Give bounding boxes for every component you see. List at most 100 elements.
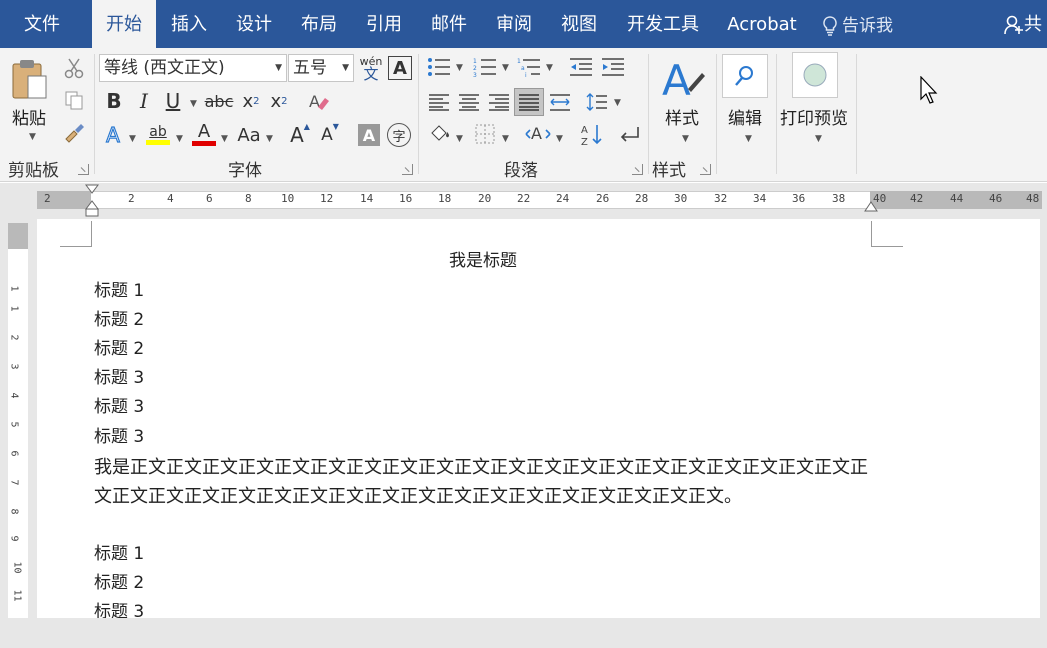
heading-line[interactable]: 标题 3 <box>94 598 144 619</box>
styles-gallery-icon[interactable]: A <box>660 54 706 104</box>
heading-line[interactable]: 标题 3 <box>94 364 144 393</box>
heading-line[interactable]: 标题 1 <box>94 540 144 569</box>
grow-font-icon[interactable]: A ▲ <box>288 122 312 148</box>
tab-file[interactable]: 文件 <box>6 0 78 48</box>
strikethrough-icon[interactable]: abc <box>205 88 234 114</box>
styles-launcher-icon[interactable] <box>700 164 711 175</box>
paste-dropdown-icon[interactable]: ▼ <box>29 132 36 142</box>
right-indent-marker-icon[interactable] <box>863 199 879 213</box>
character-shading-icon[interactable]: A <box>358 124 380 146</box>
heading-line[interactable]: 标题 1 <box>94 277 144 306</box>
tab-view[interactable]: 视图 <box>550 0 608 48</box>
enclose-characters-icon[interactable]: 字 <box>387 123 411 147</box>
cut-icon[interactable] <box>62 56 86 80</box>
styles-label[interactable]: 样式 <box>665 104 699 129</box>
tab-design[interactable]: 设计 <box>225 0 283 48</box>
tab-references[interactable]: 引用 <box>355 0 413 48</box>
superscript-icon[interactable]: x2 <box>268 88 290 114</box>
ribbon-tab-bar: 文件 开始 插入 设计 布局 引用 邮件 审阅 视图 开发工具 Acrobat … <box>0 0 1047 48</box>
distributed-icon[interactable] <box>547 90 573 114</box>
bullets-icon[interactable] <box>426 56 452 78</box>
clear-formatting-icon[interactable]: A <box>306 88 332 114</box>
tab-developer[interactable]: 开发工具 <box>618 0 708 48</box>
bold-icon[interactable]: B <box>104 88 124 114</box>
copy-icon[interactable] <box>62 88 86 112</box>
vruler-number: 4 <box>8 392 20 399</box>
heading-line[interactable]: 标题 3 <box>94 393 144 422</box>
change-case-icon[interactable]: Aa <box>234 122 264 148</box>
print-preview-label[interactable]: 打印预览 <box>780 104 848 129</box>
indent-marker-icon[interactable] <box>84 183 100 219</box>
document-page[interactable]: 我是标题 标题 1 标题 2 标题 2 标题 3 标题 3 标题 3 我是正文正… <box>37 219 1040 619</box>
print-preview-icon[interactable] <box>792 52 838 98</box>
ruler-number: 2 <box>44 192 51 205</box>
heading-line[interactable]: 标题 2 <box>94 569 144 598</box>
italic-icon[interactable]: I <box>134 88 154 114</box>
subscript-icon[interactable]: x2 <box>240 88 262 114</box>
align-center-icon[interactable] <box>456 90 482 114</box>
line-spacing-dropdown-icon[interactable]: ▼ <box>614 98 621 108</box>
tab-layout[interactable]: 布局 <box>290 0 348 48</box>
line-spacing-icon[interactable] <box>584 90 610 114</box>
editing-icon[interactable] <box>722 54 768 98</box>
format-painter-icon[interactable] <box>62 120 86 144</box>
heading-line[interactable]: 标题 2 <box>94 306 144 335</box>
increase-indent-icon[interactable] <box>600 56 626 78</box>
asian-layout-icon[interactable]: A <box>524 122 552 146</box>
editing-dropdown-icon[interactable]: ▼ <box>745 134 752 144</box>
show-paragraph-marks-icon[interactable] <box>616 122 642 146</box>
highlight-dropdown-icon[interactable]: ▼ <box>176 134 183 144</box>
vertical-scrollbar[interactable] <box>1040 219 1047 619</box>
borders-dropdown-icon[interactable]: ▼ <box>502 134 509 144</box>
horizontal-ruler[interactable]: 2 2 4 6 8 10 12 14 16 18 20 22 24 26 28 … <box>0 183 1047 219</box>
tab-home[interactable]: 开始 <box>92 0 156 48</box>
paste-label[interactable]: 粘贴 <box>12 104 46 129</box>
paragraph-launcher-icon[interactable] <box>632 164 643 175</box>
font-size-combo[interactable]: 五号 ▼ <box>288 54 354 82</box>
decrease-indent-icon[interactable] <box>568 56 594 78</box>
clipboard-launcher-icon[interactable] <box>78 164 89 175</box>
body-paragraph[interactable]: 我是正文正文正文正文正文正文正文正文正文正文正文正文正文正文正文正文正文正文正文… <box>94 453 877 511</box>
font-color-icon[interactable]: A <box>190 120 218 148</box>
align-left-icon[interactable] <box>426 90 452 114</box>
print-preview-dropdown-icon[interactable]: ▼ <box>815 134 822 144</box>
sort-icon[interactable]: AZ <box>578 122 606 148</box>
font-launcher-icon[interactable] <box>402 164 413 175</box>
asian-layout-dropdown-icon[interactable]: ▼ <box>556 134 563 144</box>
text-effects-dropdown-icon[interactable]: ▼ <box>129 134 136 144</box>
text-effects-icon[interactable]: A <box>102 122 124 148</box>
align-right-icon[interactable] <box>486 90 512 114</box>
underline-icon[interactable]: U <box>163 88 183 114</box>
font-color-dropdown-icon[interactable]: ▼ <box>221 134 228 144</box>
numbering-icon[interactable]: 123 <box>472 56 498 78</box>
justify-icon[interactable] <box>514 88 544 116</box>
underline-dropdown-icon[interactable]: ▼ <box>190 99 197 109</box>
multilevel-list-icon[interactable]: 1ai <box>516 56 542 78</box>
vertical-ruler[interactable]: 1 1 2 3 4 5 6 7 8 9 10 11 <box>0 219 37 619</box>
font-name-combo[interactable]: 等线 (西文正文) ▼ <box>99 54 287 82</box>
phonetic-guide-icon[interactable]: wén 文 <box>358 54 384 82</box>
tab-review[interactable]: 审阅 <box>485 0 543 48</box>
vruler-number: 10 <box>11 561 23 574</box>
tab-insert[interactable]: 插入 <box>160 0 218 48</box>
tell-me-box[interactable]: 告诉我 <box>822 0 893 48</box>
styles-dropdown-icon[interactable]: ▼ <box>682 134 689 144</box>
tab-acrobat[interactable]: Acrobat <box>718 0 806 48</box>
multilevel-dropdown-icon[interactable]: ▼ <box>546 63 553 73</box>
numbering-dropdown-icon[interactable]: ▼ <box>502 63 509 73</box>
share-button[interactable]: 共 <box>1004 0 1042 48</box>
change-case-dropdown-icon[interactable]: ▼ <box>266 134 273 144</box>
shrink-font-icon[interactable]: A ▼ <box>318 122 342 148</box>
highlight-color-icon[interactable]: ab <box>144 120 172 148</box>
character-border-icon[interactable]: A <box>388 56 412 80</box>
heading-line[interactable]: 标题 3 <box>94 423 144 452</box>
editing-label[interactable]: 编辑 <box>728 104 762 129</box>
borders-icon[interactable] <box>472 122 498 146</box>
heading-line[interactable]: 标题 2 <box>94 335 144 364</box>
shading-icon[interactable] <box>426 122 452 146</box>
bullets-dropdown-icon[interactable]: ▼ <box>456 63 463 73</box>
paste-icon[interactable] <box>10 56 50 102</box>
tab-mailings[interactable]: 邮件 <box>420 0 478 48</box>
shading-dropdown-icon[interactable]: ▼ <box>456 134 463 144</box>
document-title[interactable]: 我是标题 <box>37 249 929 273</box>
